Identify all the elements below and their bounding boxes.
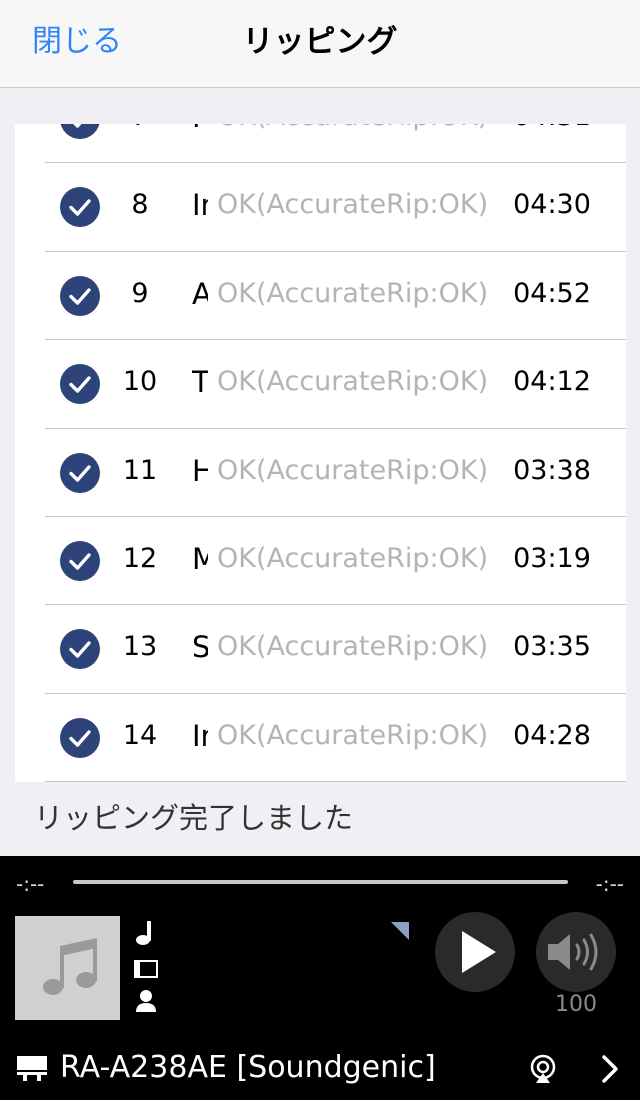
track-row[interactable]: 7 I OK(AccurateRip:OK) 04:31 [15, 124, 626, 164]
checkmark-icon[interactable] [60, 364, 100, 405]
checkmark-icon[interactable] [60, 452, 100, 493]
track-row[interactable]: 12 M OK(AccurateRip:OK) 03:19 [15, 517, 626, 606]
track-title-clip: In [192, 718, 208, 756]
mini-player: -:-- -:-- 100 RA-A238AE [Soundgenic] [0, 856, 640, 1100]
page-title: リッピング [242, 24, 398, 60]
checkmark-icon[interactable] [60, 717, 100, 758]
volume-level: 100 [555, 992, 597, 1017]
time-elapsed: -:-- [16, 872, 45, 896]
track-title: A [192, 276, 208, 311]
volume-button[interactable] [536, 912, 616, 992]
track-number: 13 [122, 631, 158, 663]
music-note-icon [43, 938, 97, 995]
completion-message: リッピング完了しました [34, 801, 354, 835]
track-duration: 04:31 [502, 124, 602, 135]
track-row[interactable]: 14 In OK(AccurateRip:OK) 04:28 [15, 694, 626, 782]
track-title: S [192, 630, 208, 665]
album-art[interactable] [15, 916, 120, 1020]
checkmark-icon[interactable] [60, 629, 100, 670]
track-number: 14 [122, 719, 158, 751]
track-number: 9 [131, 277, 149, 309]
track-title-clip: M [192, 541, 208, 579]
track-number: 12 [122, 542, 158, 574]
track-duration: 03:38 [513, 454, 591, 486]
time-remaining: -:-- [595, 872, 624, 896]
rip-status: OK(AccurateRip:OK) [217, 366, 489, 398]
track-title-clip: T [192, 364, 208, 402]
progress-slider[interactable] [73, 880, 568, 884]
rip-status: OK(AccurateRip:OK) [217, 631, 489, 663]
checkmark-icon[interactable] [60, 187, 100, 228]
rip-status: OK(AccurateRip:OK) [217, 719, 489, 751]
track-row[interactable]: 11 H OK(AccurateRip:OK) 03:38 [15, 429, 626, 518]
rip-status: OK(AccurateRip:OK) [217, 454, 489, 486]
track-row[interactable]: 9 A OK(AccurateRip:OK) 04:52 [15, 252, 626, 341]
track-duration: 03:19 [513, 542, 591, 574]
rip-status: OK(AccurateRip:OK) [217, 124, 488, 135]
device-icon [17, 1056, 47, 1081]
track-row[interactable]: 13 S OK(AccurateRip:OK) 03:35 [15, 605, 626, 695]
speaker-icon [548, 933, 598, 971]
track-title-clip: In [192, 187, 208, 225]
track-duration: 03:35 [513, 631, 591, 663]
album-icon [134, 960, 158, 978]
track-title-clip: S [192, 629, 208, 667]
checkmark-icon[interactable] [60, 540, 100, 581]
track-duration: 04:12 [513, 366, 591, 398]
track-title: In [192, 718, 208, 753]
track-number: 10 [122, 366, 158, 398]
artist-icon [136, 990, 156, 1012]
track-duration: 04:52 [513, 277, 591, 309]
expand-indicator-icon[interactable] [391, 922, 409, 940]
track-number: 8 [131, 189, 149, 221]
track-row[interactable]: 10 T OK(AccurateRip:OK) 04:12 [15, 340, 626, 429]
play-button[interactable] [435, 912, 515, 992]
nav-header: 閉じる リッピング [0, 0, 640, 88]
track-number: 11 [122, 454, 158, 486]
track-title-clip: H [192, 453, 208, 491]
track-title-clip: A [192, 276, 208, 314]
track-title-clip: I [192, 124, 208, 137]
rip-status: OK(AccurateRip:OK) [217, 542, 489, 574]
track-list[interactable]: 7 I OK(AccurateRip:OK) 04:31 8 In OK(Acc… [15, 124, 626, 782]
track-list-content: 7 I OK(AccurateRip:OK) 04:31 8 In OK(Acc… [15, 124, 626, 782]
track-title: In [192, 188, 208, 223]
play-icon [462, 931, 496, 973]
track-title: M [192, 541, 208, 576]
rip-status: OK(AccurateRip:OK) [217, 277, 489, 309]
track-title: I [192, 124, 208, 135]
checkmark-icon[interactable] [60, 124, 100, 139]
track-number: 7 [110, 124, 170, 135]
track-duration: 04:30 [513, 189, 591, 221]
chevron-right-icon[interactable] [598, 1053, 622, 1085]
track-title: H [192, 453, 208, 488]
device-name[interactable]: RA-A238AE [Soundgenic] [60, 1048, 436, 1088]
track-row[interactable]: 8 In OK(AccurateRip:OK) 04:30 [15, 163, 626, 253]
checkmark-icon[interactable] [60, 275, 100, 316]
note-icon [136, 921, 151, 945]
track-duration: 04:28 [513, 719, 591, 751]
rip-status: OK(AccurateRip:OK) [217, 189, 489, 221]
airplay-icon[interactable] [528, 1054, 558, 1084]
track-title: T [192, 365, 208, 400]
